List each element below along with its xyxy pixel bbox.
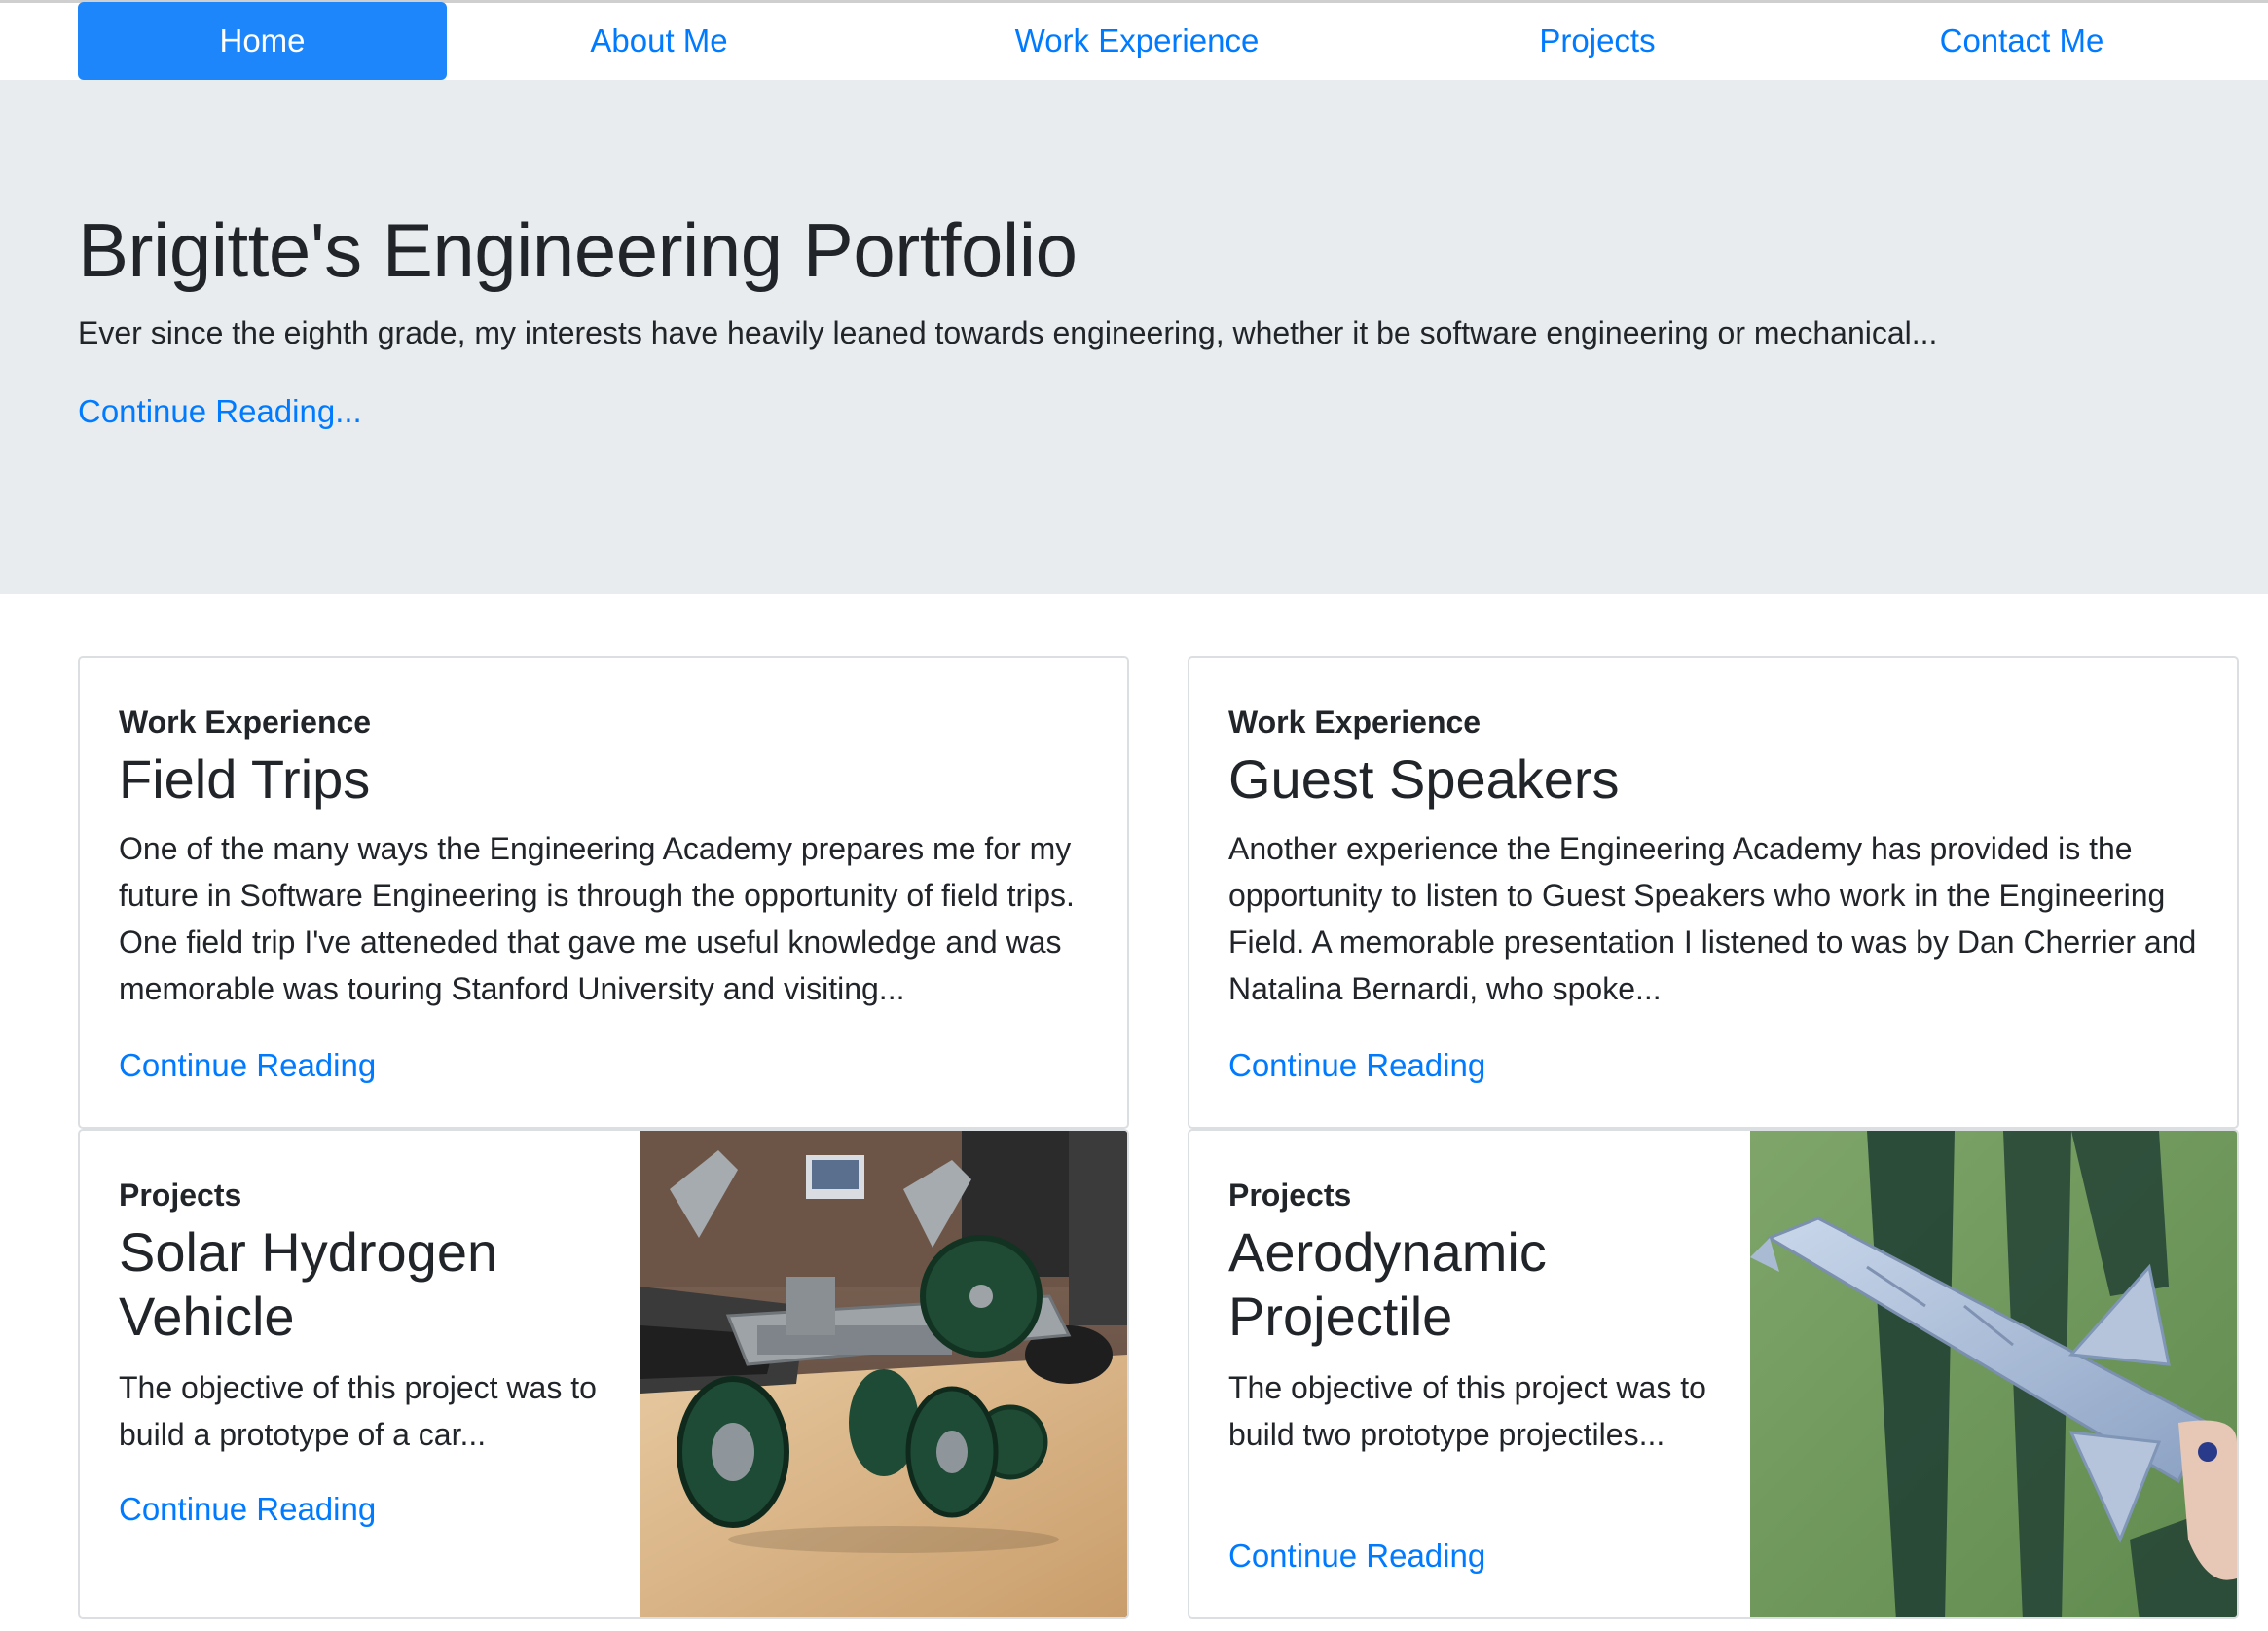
nav-about-me-link[interactable]: About Me: [447, 2, 871, 80]
card-guest-speakers: Work Experience Guest Speakers Another e…: [1188, 656, 2239, 1129]
projectile-photo: [1750, 1131, 2237, 1617]
robot-car-photo: [640, 1131, 1127, 1617]
card-kicker: Work Experience: [119, 705, 372, 740]
hero-jumbotron: Brigitte's Engineering Portfolio Ever si…: [0, 80, 2268, 594]
card-body-text: The objective of this project was to bui…: [1228, 1370, 1706, 1452]
card-body-text: The objective of this project was to bui…: [119, 1370, 597, 1452]
hero-continue-reading-link[interactable]: Continue Reading...: [78, 393, 362, 430]
card-body-text: One of the many ways the Engineering Aca…: [119, 831, 1075, 1006]
card-continue-reading-link[interactable]: Continue Reading: [119, 1047, 376, 1084]
nav-contact-me-link[interactable]: Contact Me: [1792, 2, 2251, 80]
card-body-text: Another experience the Engineering Acade…: [1228, 831, 2197, 1006]
nav-work-experience-link[interactable]: Work Experience: [871, 2, 1403, 80]
hero-lead-text: Ever since the eighth grade, my interest…: [78, 315, 1938, 350]
page-title: Brigitte's Engineering Portfolio: [78, 207, 1078, 293]
card-title: Aerodynamic Projectile: [1228, 1221, 1547, 1347]
card-continue-reading-link[interactable]: Continue Reading: [1228, 1538, 1485, 1575]
card-kicker: Projects: [1228, 1178, 1352, 1213]
card-kicker: Projects: [119, 1178, 242, 1213]
card-kicker: Work Experience: [1228, 705, 1482, 740]
card-continue-reading-link[interactable]: Continue Reading: [1228, 1047, 1485, 1084]
card-continue-reading-link[interactable]: Continue Reading: [119, 1491, 376, 1528]
card-title: Field Trips: [119, 748, 371, 810]
card-solar-hydrogen-vehicle: Projects Solar Hydrogen Vehicle The obje…: [78, 1129, 1129, 1619]
nav-home-link[interactable]: Home: [78, 2, 447, 80]
card-field-trips: Work Experience Field Trips One of the m…: [78, 656, 1129, 1129]
main-nav: Home About Me Work Experience Projects C…: [78, 2, 2268, 80]
card-title: Solar Hydrogen Vehicle: [119, 1221, 498, 1347]
nav-projects-link[interactable]: Projects: [1403, 2, 1792, 80]
card-title: Guest Speakers: [1228, 748, 1620, 810]
card-aerodynamic-projectile: Projects Aerodynamic Projectile The obje…: [1188, 1129, 2239, 1619]
